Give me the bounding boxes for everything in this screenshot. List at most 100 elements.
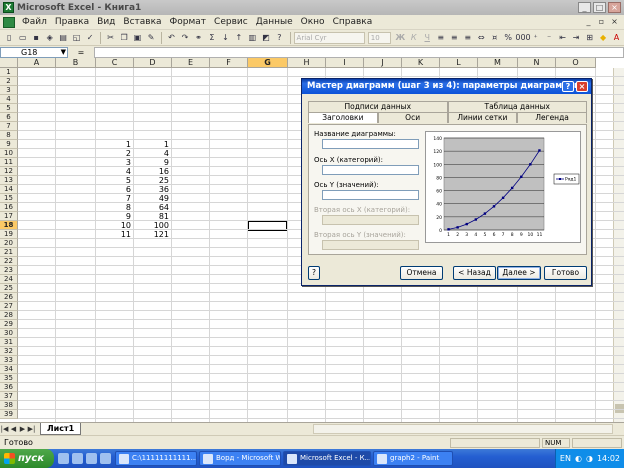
align-left-icon[interactable]: ≡ <box>434 32 446 44</box>
next-button[interactable]: Далее > <box>497 266 541 280</box>
row-header[interactable]: 12 <box>0 167 18 176</box>
cell-value[interactable]: 5 <box>96 176 131 185</box>
row-header[interactable]: 23 <box>0 266 18 275</box>
row-header[interactable]: 8 <box>0 131 18 140</box>
merge-center-icon[interactable]: ⇔ <box>475 32 487 44</box>
menu-data[interactable]: Данные <box>252 17 297 27</box>
taskbar-item-excel[interactable]: Microsoft Excel - К... <box>283 451 371 466</box>
row-header[interactable]: 13 <box>0 176 18 185</box>
cell-value[interactable]: 81 <box>134 212 169 221</box>
cell-value[interactable]: 2 <box>96 149 131 158</box>
column-header[interactable]: I <box>326 58 364 68</box>
doc-close-button[interactable]: × <box>609 17 620 27</box>
align-right-icon[interactable]: ≡ <box>461 32 473 44</box>
prev-sheet-icon[interactable]: ◀ <box>9 425 18 434</box>
row-header[interactable]: 27 <box>0 302 18 311</box>
x-axis-input[interactable] <box>322 165 419 175</box>
cell-value[interactable]: 1 <box>96 140 131 149</box>
tab-legend[interactable]: Легенда <box>517 112 587 123</box>
permission-icon[interactable]: ◈ <box>43 32 55 44</box>
back-button[interactable]: < Назад <box>453 266 496 280</box>
column-header[interactable]: D <box>134 58 172 68</box>
row-header[interactable]: 20 <box>0 239 18 248</box>
row-header[interactable]: 30 <box>0 329 18 338</box>
row-header[interactable]: 22 <box>0 257 18 266</box>
sort-asc-icon[interactable]: ↓ <box>219 32 231 44</box>
column-header[interactable]: M <box>478 58 518 68</box>
cell-value[interactable]: 4 <box>96 167 131 176</box>
currency-icon[interactable]: ¤ <box>488 32 500 44</box>
cell-value[interactable]: 6 <box>96 185 131 194</box>
preview-icon[interactable]: ◱ <box>70 32 82 44</box>
thousands-icon[interactable]: 000 <box>515 32 530 44</box>
cell-value[interactable]: 9 <box>134 158 169 167</box>
new-icon[interactable]: ▯ <box>3 32 15 44</box>
finish-button[interactable]: Готово <box>544 266 587 280</box>
maximize-button[interactable]: □ <box>593 2 606 13</box>
quicklaunch-icon[interactable] <box>58 453 69 464</box>
sheet-tab[interactable]: Лист1 <box>40 423 82 435</box>
percent-icon[interactable]: % <box>502 32 514 44</box>
row-header[interactable]: 5 <box>0 104 18 113</box>
row-header[interactable]: 16 <box>0 203 18 212</box>
menu-insert[interactable]: Вставка <box>119 17 165 27</box>
row-header[interactable]: 14 <box>0 185 18 194</box>
column-header[interactable]: N <box>518 58 556 68</box>
bold-icon[interactable]: Ж <box>394 32 406 44</box>
cut-icon[interactable]: ✂ <box>104 32 116 44</box>
last-sheet-icon[interactable]: ▶| <box>27 425 36 434</box>
sort-desc-icon[interactable]: ↑ <box>233 32 245 44</box>
column-header[interactable]: L <box>440 58 478 68</box>
menu-file[interactable]: Файл <box>18 17 51 27</box>
cell-value[interactable]: 121 <box>134 230 169 239</box>
row-header[interactable]: 34 <box>0 365 18 374</box>
underline-icon[interactable]: Ч <box>421 32 433 44</box>
first-sheet-icon[interactable]: |◀ <box>0 425 9 434</box>
doc-minimize-button[interactable]: _ <box>583 17 594 27</box>
row-header[interactable]: 36 <box>0 383 18 392</box>
row-header[interactable]: 29 <box>0 320 18 329</box>
column-header[interactable]: C <box>96 58 134 68</box>
cell-value[interactable]: 4 <box>134 149 169 158</box>
column-header[interactable]: J <box>364 58 402 68</box>
column-header[interactable]: G <box>248 58 288 68</box>
tab-data-table[interactable]: Таблица данных <box>447 101 587 112</box>
workbook-icon[interactable] <box>3 16 15 28</box>
cell-value[interactable]: 25 <box>134 176 169 185</box>
align-center-icon[interactable]: ≡ <box>448 32 460 44</box>
cell-value[interactable]: 1 <box>134 140 169 149</box>
select-all-corner[interactable] <box>0 58 18 68</box>
column-header[interactable]: K <box>402 58 440 68</box>
fill-color-icon[interactable]: ◆ <box>597 32 609 44</box>
row-header[interactable]: 2 <box>0 77 18 86</box>
undo-icon[interactable]: ↶ <box>165 32 177 44</box>
column-header[interactable]: A <box>18 58 56 68</box>
dialog-help-button[interactable]: ? <box>562 81 574 92</box>
row-header[interactable]: 38 <box>0 401 18 410</box>
row-header[interactable]: 10 <box>0 149 18 158</box>
autosum-icon[interactable]: Σ <box>206 32 218 44</box>
redo-icon[interactable]: ↷ <box>179 32 191 44</box>
chart-wizard-icon[interactable]: ▥ <box>246 32 258 44</box>
row-header[interactable]: 31 <box>0 338 18 347</box>
cell-value[interactable]: 16 <box>134 167 169 176</box>
name-box[interactable]: G18 ▼ <box>0 46 68 58</box>
next-sheet-icon[interactable]: ▶ <box>18 425 27 434</box>
row-header[interactable]: 11 <box>0 158 18 167</box>
font-combo[interactable]: Arial Cyr <box>293 31 365 44</box>
cell-value[interactable]: 8 <box>96 203 131 212</box>
row-header[interactable]: 7 <box>0 122 18 131</box>
font-size-combo[interactable]: 10 <box>367 31 392 44</box>
menu-edit[interactable]: Правка <box>51 17 93 27</box>
row-header[interactable]: 35 <box>0 374 18 383</box>
drawing-icon[interactable]: ◩ <box>260 32 272 44</box>
cell-value[interactable]: 9 <box>96 212 131 221</box>
spelling-icon[interactable]: ✓ <box>84 32 96 44</box>
row-header[interactable]: 1 <box>0 68 18 77</box>
y-axis-input[interactable] <box>322 190 419 200</box>
row-header[interactable]: 39 <box>0 410 18 419</box>
tab-titles[interactable]: Заголовки <box>308 112 378 123</box>
tab-gridlines[interactable]: Линии сетки <box>447 112 518 123</box>
column-header[interactable]: F <box>210 58 248 68</box>
column-header[interactable]: B <box>56 58 96 68</box>
